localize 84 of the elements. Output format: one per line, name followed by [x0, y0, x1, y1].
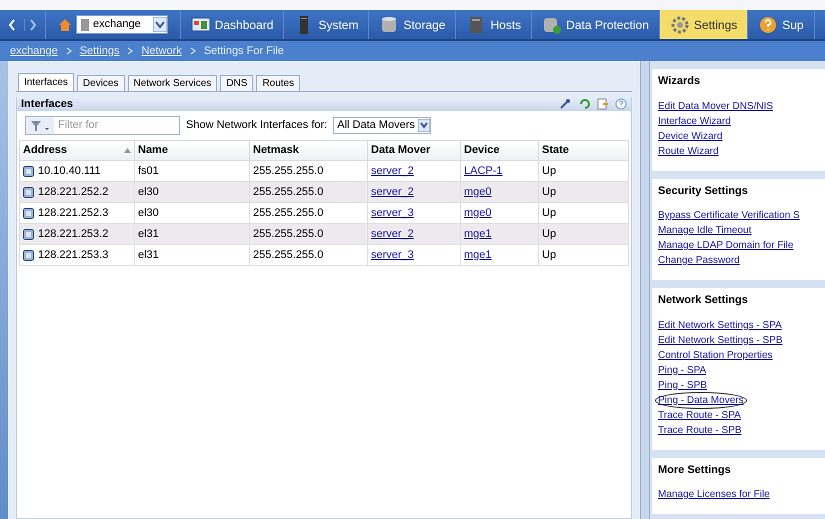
panel-title: Interfaces	[21, 96, 73, 112]
nav-tab[interactable]: System	[284, 10, 370, 39]
column-header[interactable]: Name	[134, 140, 250, 160]
filter-input[interactable]: Filter for	[54, 117, 179, 134]
device-link[interactable]: mge1	[464, 228, 492, 240]
refresh-icon[interactable]	[579, 98, 591, 110]
sort-ascending-icon	[124, 148, 131, 153]
tab[interactable]: Devices	[76, 75, 124, 91]
table-cell[interactable]: server_3	[368, 244, 460, 266]
nav-tab[interactable]: Sup	[748, 10, 815, 39]
column-header[interactable]: Data Mover	[368, 140, 460, 160]
sidebar-link[interactable]: Edit Network Settings - SPA	[658, 318, 782, 332]
sidebar-link[interactable]: Change Password	[658, 253, 740, 268]
data-mover-link[interactable]: server_2	[371, 186, 414, 198]
location-dropdown[interactable]: exchange	[76, 15, 168, 34]
filter-label: Show Network Interfaces for:	[186, 118, 328, 134]
data-mover-link[interactable]: server_2	[371, 228, 414, 240]
sidebar-link[interactable]: Route Wizard	[658, 144, 719, 158]
device-link[interactable]: mge0	[464, 206, 492, 219]
server-icon	[81, 18, 89, 30]
sidebar-link[interactable]: Device Wizard	[658, 128, 722, 144]
tab[interactable]: DNS	[220, 75, 254, 91]
network-interface-icon	[23, 250, 34, 260]
export-icon[interactable]	[597, 98, 609, 110]
card-title: Wizards	[658, 74, 702, 89]
chevron-left-icon	[8, 18, 16, 30]
table-cell: 255.255.255.0	[250, 244, 368, 266]
breadcrumb-current: Settings For File	[204, 44, 284, 59]
column-header[interactable]: Address	[20, 140, 134, 160]
sidebar-link[interactable]: Manage LDAP Domain for File	[658, 238, 794, 253]
card-title: More Settings	[658, 462, 732, 478]
network-interface-icon	[23, 228, 34, 240]
separator-icon	[127, 47, 134, 55]
filter-field[interactable]: Filter for	[25, 116, 180, 135]
table-cell: Up	[538, 244, 628, 266]
card-title: Network Settings	[658, 293, 749, 308]
separator-icon	[66, 47, 72, 55]
table-cell: 128.221.253.3	[20, 244, 134, 266]
nav-tab[interactable]: Settings	[660, 10, 748, 39]
chevron-right-icon	[29, 18, 37, 30]
data-mover-link[interactable]: server_2	[371, 164, 414, 177]
sidebar-link[interactable]: Manage Idle Timeout	[658, 223, 752, 238]
sidebar-link[interactable]: Manage Licenses for File	[658, 487, 770, 502]
help-icon	[758, 14, 778, 34]
nav-tab[interactable]: Storage	[369, 10, 456, 39]
nav-tab[interactable]: Data Protection	[532, 10, 660, 39]
column-header[interactable]: State	[538, 140, 628, 160]
sidebar-link[interactable]: Ping - SPB	[658, 378, 707, 392]
gear-icon	[670, 14, 690, 34]
table-cell[interactable]: mge1	[460, 244, 538, 266]
home-icon[interactable]	[58, 18, 72, 32]
sidebar-link[interactable]: Control Station Properties	[658, 348, 773, 362]
network-interface-icon	[23, 166, 34, 176]
filter-icon[interactable]	[26, 117, 54, 134]
network-interface-icon	[23, 208, 34, 218]
nav-tab[interactable]: Hosts	[456, 10, 532, 39]
device-link[interactable]: mge0	[464, 186, 492, 198]
sidebar-link[interactable]: Trace Route - SPB	[658, 422, 742, 438]
dropdown-arrow-icon	[418, 119, 430, 132]
sidebar-link[interactable]: Edit Data Mover DNS/NIS	[658, 98, 774, 114]
sidebar-link[interactable]: Bypass Certificate Verification S	[658, 208, 800, 223]
separator-icon	[190, 47, 196, 55]
tab[interactable]: Routes	[256, 75, 300, 91]
tab[interactable]: Network Services	[128, 75, 218, 91]
data-mover-link[interactable]: server_3	[371, 248, 414, 261]
column-header[interactable]: Netmask	[250, 140, 368, 160]
network-interface-icon	[23, 186, 34, 198]
data-mover-link[interactable]: server_3	[371, 206, 414, 219]
card-title: Security Settings	[658, 184, 749, 198]
sidebar-link[interactable]: Ping - SPA	[658, 362, 706, 378]
dropdown-arrow-icon	[152, 17, 167, 32]
device-link[interactable]: LACP-1	[464, 164, 503, 177]
nav-tab[interactable]: Dashboard	[180, 10, 284, 39]
sidebar-link[interactable]: Ping - Data Movers	[655, 392, 747, 408]
tab[interactable]: Interfaces	[18, 73, 74, 91]
dashboard-icon	[190, 14, 211, 34]
wrench-icon[interactable]	[559, 98, 573, 110]
sidebar-link[interactable]: Edit Network Settings - SPB	[658, 332, 782, 348]
sidebar-link[interactable]: Interface Wizard	[658, 114, 731, 128]
sidebar-link[interactable]: Trace Route - SPA	[658, 408, 741, 422]
device-link[interactable]: mge1	[464, 248, 492, 261]
table-cell: el31	[134, 244, 250, 266]
help-icon[interactable]	[615, 98, 627, 110]
data-mover-dropdown[interactable]: All Data Movers	[333, 117, 431, 134]
